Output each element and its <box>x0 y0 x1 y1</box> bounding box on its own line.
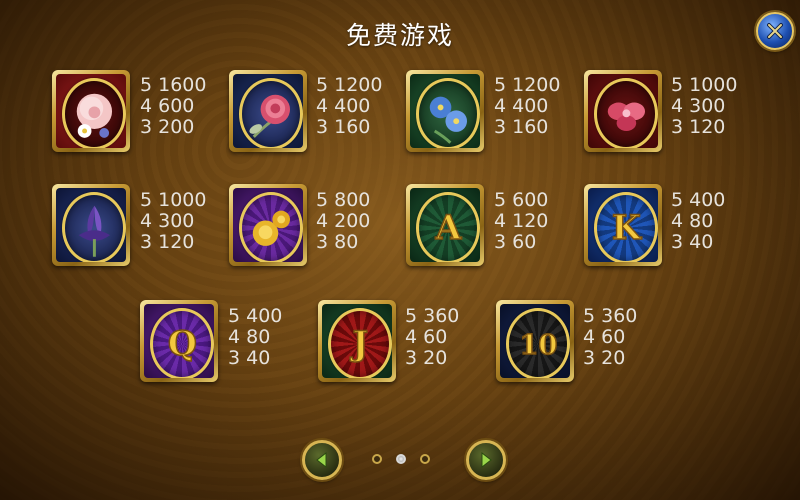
pay-4: 4 400 <box>316 95 371 117</box>
pay-4: 4 60 <box>583 326 626 348</box>
arrow-right-icon <box>481 451 492 469</box>
rose-icon <box>249 94 290 138</box>
symbol-letter-j: J <box>318 300 396 382</box>
pay-3: 3 160 <box>494 116 549 138</box>
svg-text:Q: Q <box>167 324 196 363</box>
page-dot-2[interactable] <box>396 454 406 464</box>
number-10-icon: 10 <box>518 328 558 361</box>
pay-5: 5 1000 <box>671 74 738 96</box>
page-title: 免费游戏 <box>345 21 454 50</box>
iris-icon <box>78 205 110 257</box>
next-page-button[interactable] <box>466 440 506 480</box>
peony-icon <box>76 93 112 138</box>
svg-text:K: K <box>612 208 642 247</box>
pay-3: 3 20 <box>583 347 626 369</box>
symbol-white-peony <box>52 70 130 152</box>
pay-3: 3 60 <box>494 231 537 253</box>
orchid-icon <box>607 102 645 131</box>
pay-3: 3 160 <box>316 116 371 138</box>
symbol-pink-rose <box>229 70 307 152</box>
pay-5: 5 800 <box>316 189 371 211</box>
blue-flowers-icon <box>429 96 467 144</box>
paytable-number-10: 5 360 4 60 3 20 <box>583 306 637 369</box>
letter-j-icon: J <box>348 323 368 363</box>
paytable-letter-j: 5 360 4 60 3 20 <box>405 306 459 369</box>
pay-5: 5 400 <box>671 189 726 211</box>
page-dot-3[interactable] <box>420 454 430 464</box>
pay-3: 3 80 <box>316 231 359 253</box>
paytable-letter-k: 5 400 4 80 3 40 <box>671 190 725 253</box>
pay-5: 5 400 <box>228 305 283 327</box>
pay-3: 3 40 <box>228 347 271 369</box>
pay-4: 4 600 <box>140 95 195 117</box>
pay-4: 4 200 <box>316 210 371 232</box>
paytable-pink-rose: 5 1200 4 400 3 160 <box>316 75 382 138</box>
paytable-red-orchid: 5 1000 4 300 3 120 <box>671 75 737 138</box>
pay-3: 3 20 <box>405 347 448 369</box>
pay-4: 4 80 <box>671 210 714 232</box>
pay-3: 3 120 <box>140 231 195 253</box>
svg-text:A: A <box>434 208 462 247</box>
paytable-blue-flowers: 5 1200 4 400 3 160 <box>494 75 560 138</box>
paytable-letter-a: 5 600 4 120 3 60 <box>494 190 548 253</box>
svg-text:J: J <box>349 324 368 363</box>
symbol-number-10: 10 <box>496 300 574 382</box>
pay-5: 5 360 <box>583 305 638 327</box>
pay-3: 3 120 <box>671 116 726 138</box>
symbol-purple-iris <box>52 184 130 266</box>
svg-text:10: 10 <box>519 329 557 361</box>
letter-a-icon: A <box>433 207 462 247</box>
previous-page-button[interactable] <box>302 440 342 480</box>
pay-5: 5 1200 <box>316 74 383 96</box>
symbol-yellow-roses <box>229 184 307 266</box>
symbol-letter-k: K <box>584 184 662 266</box>
pay-5: 5 1000 <box>140 189 207 211</box>
pay-4: 4 300 <box>671 95 726 117</box>
pay-4: 4 400 <box>494 95 549 117</box>
symbol-letter-a: A <box>406 184 484 266</box>
symbol-red-orchid <box>584 70 662 152</box>
paytable-white-peony: 5 1600 4 600 3 200 <box>140 75 206 138</box>
pay-3: 3 200 <box>140 116 195 138</box>
paytable-purple-iris: 5 1000 4 300 3 120 <box>140 190 206 253</box>
pay-5: 5 1200 <box>494 74 561 96</box>
pay-3: 3 40 <box>671 231 714 253</box>
yellow-rose-icon <box>252 210 290 246</box>
letter-k-icon: K <box>611 207 642 247</box>
pay-4: 4 300 <box>140 210 195 232</box>
letter-q-icon: Q <box>167 323 197 363</box>
pay-5: 5 1600 <box>140 74 207 96</box>
paytable-yellow-roses: 5 800 4 200 3 80 <box>316 190 370 253</box>
page-dot-1[interactable] <box>372 454 382 464</box>
symbol-blue-flowers <box>406 70 484 152</box>
pay-5: 5 600 <box>494 189 549 211</box>
pay-4: 4 80 <box>228 326 271 348</box>
close-button[interactable] <box>756 12 794 50</box>
close-icon <box>767 23 783 39</box>
pay-5: 5 360 <box>405 305 460 327</box>
pay-4: 4 120 <box>494 210 549 232</box>
symbol-letter-q: Q <box>140 300 218 382</box>
pay-4: 4 60 <box>405 326 448 348</box>
arrow-left-icon <box>316 451 327 469</box>
paytable-letter-q: 5 400 4 80 3 40 <box>228 306 282 369</box>
